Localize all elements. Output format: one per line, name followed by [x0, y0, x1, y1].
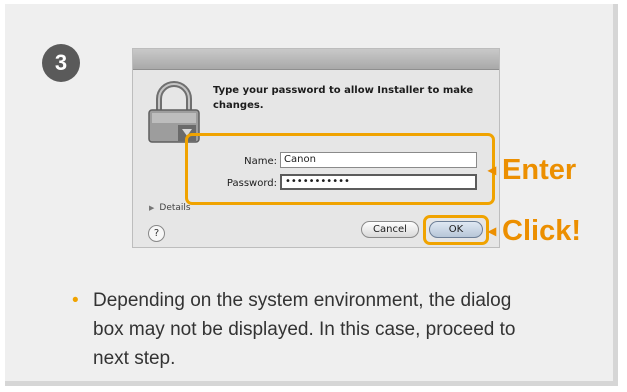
name-field[interactable]: Canon [280, 152, 477, 168]
dialog-prompt: Type your password to allow Installer to… [213, 85, 474, 111]
credentials-highlight [185, 133, 495, 205]
click-callout: ◂ Click! [488, 215, 581, 248]
dialog-titlebar [133, 49, 499, 70]
ok-button[interactable]: OK [429, 221, 483, 238]
note-text: Depending on the system environment, the… [93, 290, 516, 369]
authentication-dialog: Type your password to allow Installer to… [132, 48, 500, 248]
password-field[interactable]: ••••••••••• [280, 174, 477, 190]
help-icon[interactable]: ? [148, 225, 165, 242]
password-label: Password: [226, 178, 277, 189]
click-callout-label: Click! [502, 215, 582, 247]
details-toggle[interactable]: ▶ Details [149, 203, 191, 213]
step-number-badge: 3 [42, 44, 80, 82]
arrow-left-icon: ◂ [488, 223, 497, 241]
enter-callout: ◂ Enter [488, 154, 576, 187]
disclosure-triangle-icon: ▶ [149, 204, 155, 212]
arrow-left-icon: ◂ [488, 162, 497, 180]
name-label: Name: [244, 156, 277, 167]
cancel-button[interactable]: Cancel [361, 221, 419, 238]
instruction-card: 3 Type your password to allow Installer … [5, 4, 618, 386]
note-bullet: • [72, 290, 79, 311]
enter-callout-label: Enter [502, 154, 577, 186]
details-label: Details [159, 203, 191, 213]
